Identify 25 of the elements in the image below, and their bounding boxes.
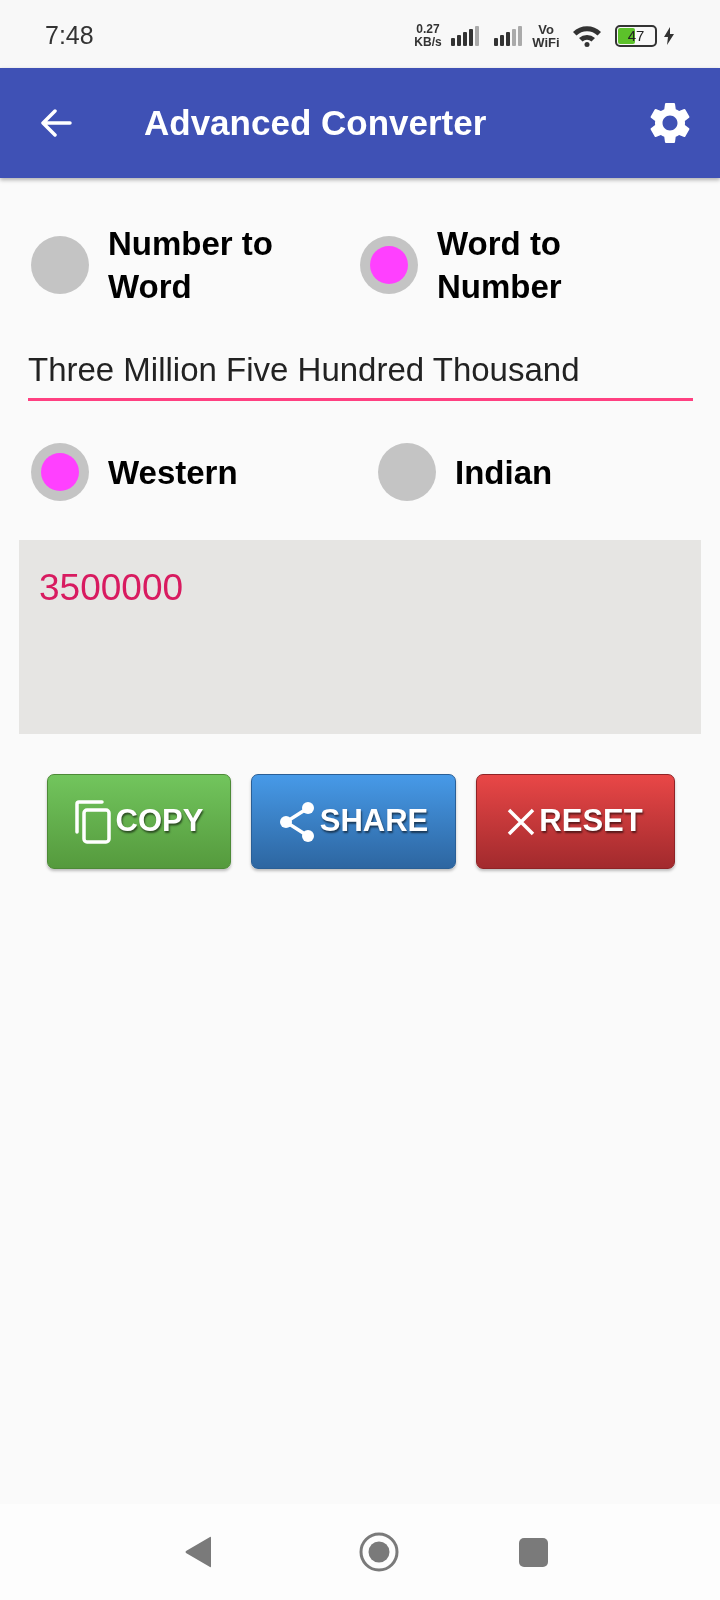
share-button[interactable]: SHARE (250, 774, 456, 869)
signal-icon (451, 26, 481, 46)
vowifi-indicator: Vo WiFi (531, 23, 561, 49)
signal-icon (494, 26, 524, 46)
close-icon (507, 807, 536, 836)
radio-label: Western (108, 452, 238, 493)
charging-icon (664, 27, 674, 45)
copy-button[interactable]: COPY (46, 774, 231, 869)
radio-label: Indian (455, 452, 553, 493)
wifi-icon (572, 25, 602, 47)
copy-icon (73, 799, 112, 844)
status-time: 7:48 (45, 20, 94, 52)
reset-button[interactable]: RESET (475, 774, 675, 869)
back-icon[interactable] (184, 1535, 212, 1569)
data-speed: 0.27 KB/s (413, 23, 443, 49)
radio-label: Word to Number (437, 224, 563, 307)
input-field[interactable]: Three Million Five Hundred Thousand (28, 345, 693, 401)
recents-icon[interactable] (519, 1537, 548, 1567)
home-icon[interactable] (359, 1532, 399, 1572)
settings-icon[interactable] (650, 103, 690, 143)
back-arrow-icon[interactable] (40, 109, 72, 137)
app-title: Advanced Converter (144, 101, 487, 144)
radio-label: Number to Word (108, 224, 274, 307)
result-field: 3500000 (19, 540, 701, 734)
share-icon (277, 801, 316, 842)
